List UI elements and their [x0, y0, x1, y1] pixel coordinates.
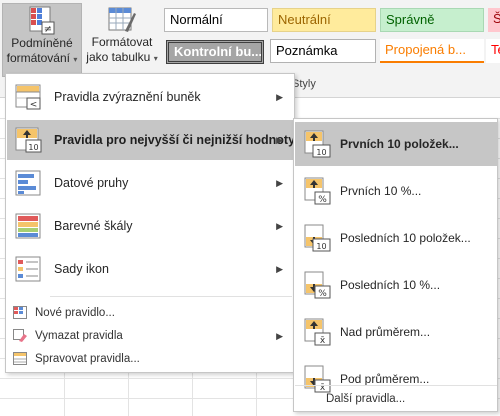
more-rules-link[interactable]: Další pravidla... — [326, 393, 405, 405]
chevron-down-icon: ▾ — [73, 55, 78, 64]
bottom-10-items-icon: 10 — [304, 224, 331, 252]
menu-item-label: Pravidla zvýraznění buněk — [54, 90, 201, 104]
menu-item-color-scales[interactable]: Barevné škály ▶ — [7, 206, 293, 246]
menu-item-label: Sady ikon — [54, 262, 109, 276]
submenu-item-label: Nad průměrem... — [340, 325, 431, 339]
cell-styles-gallery: Normální Neutrální Správně Šp Kontrolní … — [164, 5, 500, 71]
conditional-formatting-label-line1: Podmíněné — [11, 36, 73, 50]
svg-text:x̄: x̄ — [320, 336, 326, 346]
menu-item-label: Nové pravidlo... — [35, 307, 115, 319]
submenu-item-top-10-items[interactable]: 10 Prvních 10 položek... — [295, 122, 497, 166]
style-note[interactable]: Poznámka — [270, 39, 376, 63]
submenu-item-label: Pod průměrem... — [340, 372, 430, 386]
menu-item-label: Datové pruhy — [54, 176, 129, 190]
submenu-item-label: Posledních 10 %... — [340, 278, 441, 292]
svg-text:≠: ≠ — [44, 24, 52, 35]
conditional-formatting-button[interactable]: ≠ Podmíněné formátování ▾ — [2, 3, 82, 77]
top-10-percent-icon: % — [304, 177, 331, 205]
style-normal[interactable]: Normální — [164, 8, 268, 32]
menu-item-new-rule[interactable]: Nové pravidlo... — [7, 302, 293, 324]
submenu-item-above-average[interactable]: x̄ Nad průměrem... — [295, 310, 497, 354]
icon-sets-icon — [15, 256, 41, 282]
chevron-down-icon: ▾ — [153, 54, 158, 63]
chevron-right-icon: ▶ — [276, 91, 283, 102]
svg-text:10: 10 — [316, 242, 326, 251]
menu-item-label: Vymazat pravidla — [35, 330, 123, 342]
top-bottom-rules-icon: 10 — [15, 127, 42, 153]
conditional-formatting-icon: ≠ — [29, 6, 55, 35]
chevron-right-icon: ▶ — [276, 134, 283, 145]
top-bottom-rules-submenu: 10 Prvních 10 položek... % Prvních 10 %.… — [293, 118, 498, 412]
menu-item-label: Pravidla pro nejvyšší či nejnižší hodnot… — [54, 133, 296, 147]
style-warning-text[interactable]: Te — [486, 39, 500, 63]
styles-group-label: Styly — [292, 78, 316, 90]
svg-text:%: % — [318, 289, 327, 299]
manage-rules-icon — [13, 352, 27, 365]
menu-item-top-bottom-rules[interactable]: 10 Pravidla pro nejvyšší či nejnižší hod… — [7, 120, 296, 160]
menu-item-data-bars[interactable]: Datové pruhy ▶ — [7, 163, 293, 203]
format-as-table-button[interactable]: Formátovat jako tabulku ▾ — [84, 3, 160, 77]
submenu-item-label: Prvních 10 %... — [340, 184, 422, 198]
svg-text:10: 10 — [316, 148, 326, 157]
submenu-item-label: Prvních 10 položek... — [340, 137, 459, 151]
menu-item-label: Spravovat pravidla... — [35, 353, 140, 365]
chevron-right-icon: ▶ — [276, 330, 283, 341]
above-average-icon: x̄ — [304, 318, 331, 346]
style-good[interactable]: Správně — [380, 8, 484, 32]
menu-separator — [295, 385, 497, 386]
data-bars-icon — [15, 170, 41, 196]
top-10-items-icon: 10 — [304, 130, 331, 158]
conditional-formatting-menu: < Pravidla zvýraznění buněk ▶ 10 Pravidl… — [5, 73, 295, 373]
chevron-right-icon: ▶ — [276, 177, 283, 188]
format-as-table-icon — [108, 7, 136, 32]
menu-separator — [50, 296, 292, 297]
format-as-table-label-line1: Formátovat — [91, 35, 153, 49]
color-scales-icon — [15, 213, 41, 239]
style-check-cell[interactable]: Kontrolní bu... — [166, 40, 264, 64]
svg-text:%: % — [318, 195, 327, 205]
bottom-10-percent-icon: % — [304, 271, 331, 299]
chevron-right-icon: ▶ — [276, 263, 283, 274]
below-average-icon: x̄ — [304, 365, 331, 393]
submenu-item-bottom-10-percent[interactable]: % Posledních 10 %... — [295, 263, 497, 307]
svg-text:<: < — [30, 100, 38, 110]
menu-item-label: Barevné škály — [54, 219, 133, 233]
svg-text:10: 10 — [28, 143, 38, 152]
clear-rules-icon — [13, 329, 27, 342]
menu-item-highlight-cells-rules[interactable]: < Pravidla zvýraznění buněk ▶ — [7, 77, 293, 117]
style-neutral[interactable]: Neutrální — [272, 8, 376, 32]
style-bad[interactable]: Šp — [488, 8, 500, 32]
highlight-cells-rules-icon: < — [15, 84, 41, 110]
submenu-item-label: Posledních 10 položek... — [340, 231, 471, 245]
format-as-table-label-line2: jako tabulku ▾ — [86, 50, 158, 64]
menu-item-manage-rules[interactable]: Spravovat pravidla... — [7, 348, 293, 370]
style-linked-cell[interactable]: Propojená b... — [380, 39, 484, 63]
conditional-formatting-label-line2: formátování ▾ — [6, 51, 78, 65]
submenu-item-bottom-10-items[interactable]: 10 Posledních 10 položek... — [295, 216, 497, 260]
menu-item-clear-rules[interactable]: Vymazat pravidla ▶ — [7, 325, 293, 347]
menu-item-icon-sets[interactable]: Sady ikon ▶ — [7, 249, 293, 289]
chevron-right-icon: ▶ — [276, 220, 283, 231]
submenu-item-top-10-percent[interactable]: % Prvních 10 %... — [295, 169, 497, 213]
new-rule-icon — [13, 306, 27, 319]
